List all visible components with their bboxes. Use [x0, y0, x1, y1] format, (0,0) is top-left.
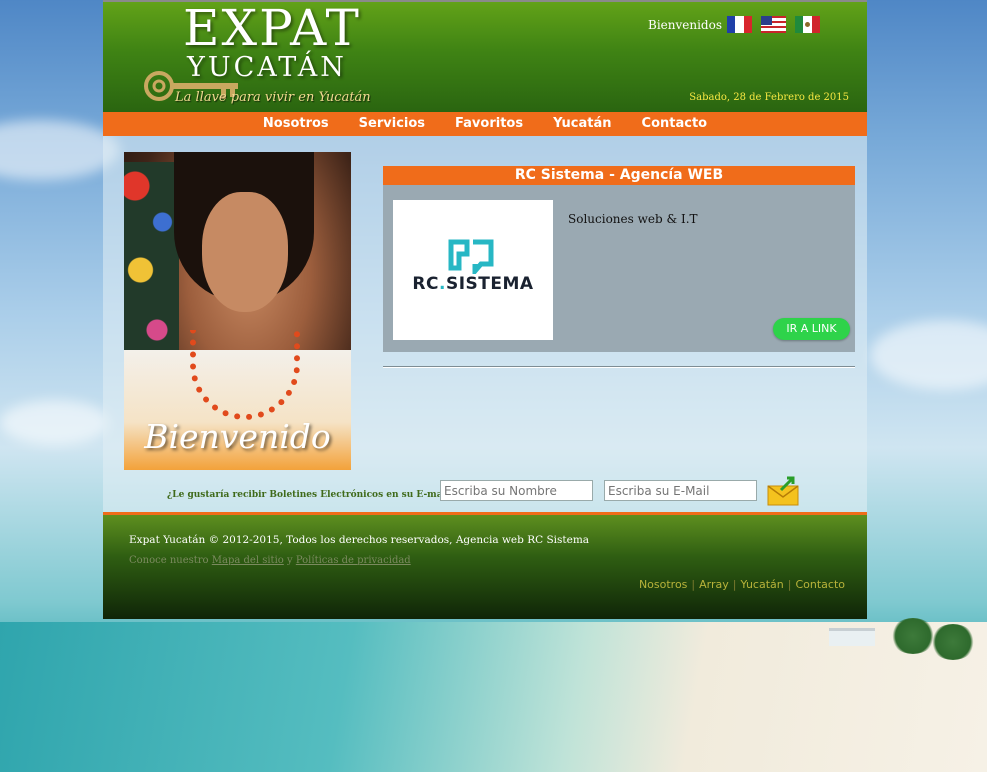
site-footer: Expat Yucatán © 2012-2015, Todos los der… — [103, 512, 867, 619]
footer-separator: | — [732, 578, 737, 591]
footer-link-array[interactable]: Array — [699, 578, 729, 591]
france-flag-icon[interactable] — [727, 16, 752, 33]
language-flags — [727, 16, 820, 33]
rc-logo-part-a: RC — [412, 274, 439, 294]
logo-title[interactable]: EXPAT — [183, 0, 361, 57]
background-cloud — [0, 120, 120, 180]
footer-link-yucatan[interactable]: Yucatán — [741, 578, 784, 591]
nav-item-favoritos[interactable]: Favoritos — [440, 112, 538, 136]
newsletter-label: ¿Le gustaría recibir Boletines Electróni… — [167, 490, 455, 500]
sitemap-line: Conoce nuestro Mapa del sitio y Política… — [129, 555, 411, 566]
site-header: EXPAT YUCATÁN La llave para vivir en Yuc… — [103, 0, 867, 112]
main-nav: Nosotros Servicios Favoritos Yucatán Con… — [103, 112, 867, 136]
background-palm — [930, 624, 976, 660]
background-cloud — [870, 320, 987, 390]
current-date: Sabado, 28 de Febrero de 2015 — [689, 92, 849, 103]
send-envelope-icon[interactable] — [767, 476, 799, 506]
background-palm — [890, 618, 936, 654]
logo-subtitle[interactable]: YUCATÁN — [187, 52, 347, 83]
privacy-policy-link[interactable]: Políticas de privacidad — [296, 555, 411, 566]
newsletter-form: ¿Le gustaría recibir Boletines Electróni… — [103, 476, 867, 506]
sitemap-link[interactable]: Mapa del sitio — [212, 555, 284, 566]
main-content: Bienvenido RC Sistema - Agencía WEB RC.S… — [103, 136, 867, 512]
footer-link-nosotros[interactable]: Nosotros — [639, 578, 687, 591]
rc-sistema-logo[interactable]: RC.SISTEMA — [393, 200, 553, 340]
newsletter-name-input[interactable] — [440, 480, 593, 501]
photo-caption: Bienvenido — [144, 417, 331, 456]
nav-item-nosotros[interactable]: Nosotros — [248, 112, 344, 136]
footer-separator: | — [787, 578, 792, 591]
logo-tagline: La llave para vivir en Yucatán — [175, 90, 371, 105]
sitemap-prefix: Conoce nuestro — [129, 555, 209, 566]
welcome-photo: Bienvenido — [124, 152, 351, 470]
newsletter-email-input[interactable] — [604, 480, 757, 501]
nav-item-servicios[interactable]: Servicios — [344, 112, 440, 136]
divider — [383, 366, 855, 368]
rc-sistema-mark-icon — [448, 239, 494, 274]
go-to-link-button[interactable]: IR A LINK — [773, 318, 850, 340]
nav-item-yucatan[interactable]: Yucatán — [538, 112, 626, 136]
featured-listing-description: Soluciones web & I.T — [568, 212, 698, 226]
rc-logo-part-b: SISTEMA — [445, 274, 534, 294]
footer-separator: | — [691, 578, 696, 591]
background-cloud — [0, 400, 110, 445]
rc-logo-dot: . — [439, 274, 446, 294]
face-image-detail — [202, 192, 288, 312]
copyright-text: Expat Yucatán © 2012-2015, Todos los der… — [129, 534, 590, 546]
background-hut — [829, 628, 875, 646]
usa-flag-icon[interactable] — [761, 16, 786, 33]
featured-listing: RC Sistema - Agencía WEB RC.SISTEMA Solu… — [383, 166, 855, 352]
mexico-flag-icon[interactable] — [795, 16, 820, 33]
page-container: EXPAT YUCATÁN La llave para vivir en Yuc… — [103, 0, 867, 619]
welcome-text: Bienvenidos — [648, 18, 722, 32]
sitemap-and: y — [286, 555, 293, 566]
footer-links: Nosotros | Array | Yucatán | Contacto — [639, 578, 845, 591]
footer-link-contacto[interactable]: Contacto — [795, 578, 845, 591]
featured-listing-title: RC Sistema - Agencía WEB — [383, 166, 855, 185]
rc-sistema-logo-text: RC.SISTEMA — [405, 274, 541, 294]
nav-item-contacto[interactable]: Contacto — [627, 112, 723, 136]
